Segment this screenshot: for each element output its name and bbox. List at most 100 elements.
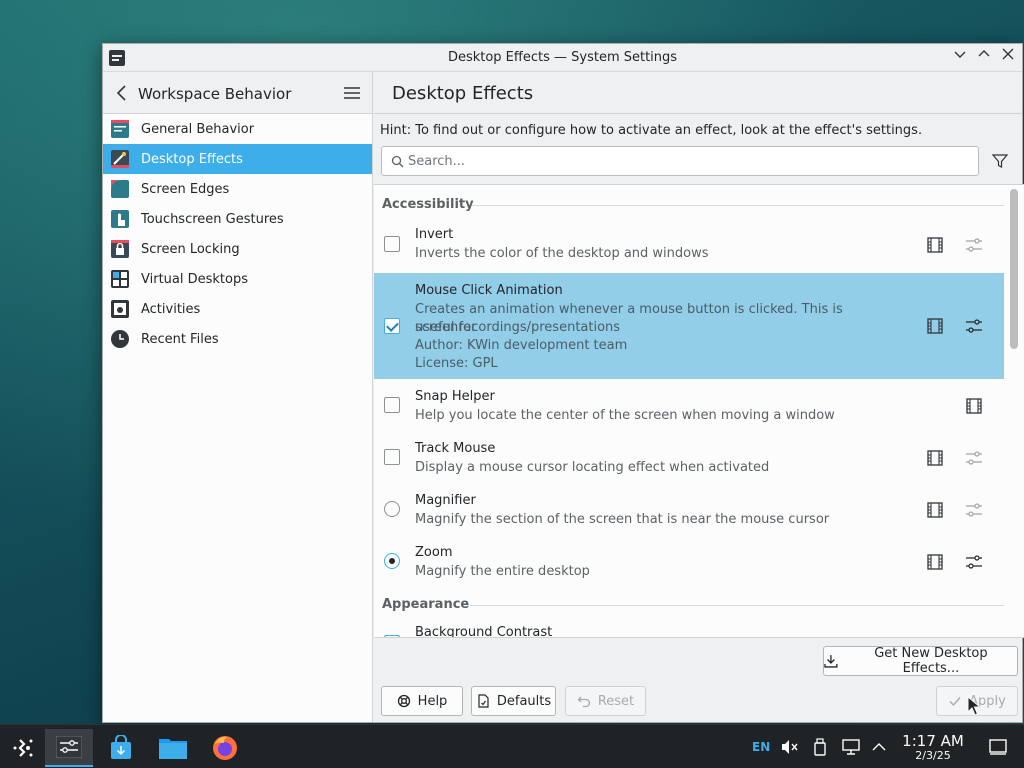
reset-button[interactable]: Reset [565,686,646,716]
sidebar-item-label: Activities [141,301,201,317]
window-titlebar[interactable]: Desktop Effects — System Settings [103,44,1022,72]
maximize-button[interactable] [976,48,992,66]
taskbar-system-settings[interactable] [45,729,93,767]
configure-sliders-icon[interactable] [965,554,983,570]
section-header-appearance: Appearance [382,597,470,612]
sidebar-item-screen-edges[interactable]: Screen Edges [103,174,372,204]
show-desktop-icon [989,739,1007,755]
discover-store-icon [111,735,131,759]
configure-sliders-icon[interactable] [965,237,983,253]
application-launcher-button[interactable] [0,729,48,767]
film-video-icon[interactable] [927,554,943,570]
sidebar-item-virtual-desktops[interactable]: Virtual Desktops [103,264,372,294]
taskbar-firefox[interactable] [201,729,249,767]
film-video-icon[interactable] [927,450,943,466]
film-video-icon[interactable] [927,502,943,518]
magnifier-radio[interactable] [384,501,400,517]
effect-author: Author: KWin development team [415,338,628,353]
clock-date[interactable]: 2/3/25 [900,749,966,762]
effect-license: License: GPL [415,356,498,371]
virtual-desktops-icon [111,270,129,288]
section-divider [470,605,1004,606]
sidebar-item-general-behavior[interactable]: General Behavior [103,114,372,144]
film-video-icon[interactable] [966,398,982,414]
close-icon [1002,48,1014,60]
snap-helper-checkbox[interactable] [384,397,400,413]
sidebar-item-touchscreen-gestures[interactable]: Touchscreen Gestures [103,204,372,234]
show-desktop-button[interactable] [989,725,1007,768]
back-arrow-icon[interactable] [115,85,129,101]
effect-name: Background Contrast [415,625,553,638]
sidebar-item-desktop-effects[interactable]: Desktop Effects [103,144,372,174]
invert-checkbox[interactable] [384,236,400,252]
effect-row-snap-helper[interactable]: Snap Helper Help you locate the center o… [374,379,1004,431]
system-settings-window: Desktop Effects — System Settings Worksp… [102,43,1024,723]
effect-description: screenrecordings/presentations [415,320,621,335]
taskbar-discover[interactable] [97,729,145,767]
effect-row-background-contrast[interactable]: Background Contrast [374,621,1004,638]
effect-description: Help you locate the center of the screen… [415,408,835,423]
sidebar-item-activities[interactable]: Activities [103,294,372,324]
sidebar-item-recent-files[interactable]: Recent Files [103,324,372,354]
sidebar-title: Workspace Behavior [138,85,292,103]
background-contrast-checkbox[interactable] [384,635,400,637]
effect-row-track-mouse[interactable]: Track Mouse Display a mouse cursor locat… [374,431,1004,483]
filter-icon[interactable] [992,153,1008,169]
keyboard-layout-indicator[interactable]: EN [752,725,770,768]
removable-devices-tray[interactable] [814,725,826,768]
taskbar-dolphin[interactable] [149,729,197,767]
effect-name: Track Mouse [415,441,496,456]
folder-icon [159,739,187,759]
sidebar-item-label: Touchscreen Gestures [141,211,284,227]
volume-tray[interactable] [781,725,799,768]
lock-icon [111,240,129,258]
track-mouse-checkbox[interactable] [384,449,400,465]
sidebar-item-screen-locking[interactable]: Screen Locking [103,234,372,264]
keyboard-layout-label: EN [752,740,771,754]
help-label: Help [417,693,448,709]
usb-drive-icon [814,738,826,756]
effect-name: Magnifier [415,493,476,508]
help-lifebuoy-icon [397,694,410,708]
configure-sliders-icon[interactable] [965,318,983,334]
show-hidden-icons-button[interactable] [872,725,886,768]
sidebar-list: General Behavior Desktop Effects Screen … [103,114,372,354]
sidebar-item-label: Screen Locking [141,241,240,257]
configure-sliders-icon[interactable] [965,450,983,466]
hamburger-menu-icon[interactable] [344,87,360,99]
hint-text: Hint: To find out or configure how to ac… [380,123,923,138]
general-behavior-icon [111,120,129,138]
clock-time[interactable]: 1:17 AM [900,732,966,750]
get-new-desktop-effects-label: Get New Desktop Effects... [874,646,988,676]
mouse-click-animation-checkbox[interactable] [384,318,400,334]
get-new-desktop-effects-button[interactable]: Get New Desktop Effects... [823,646,1018,676]
help-button[interactable]: Help [381,686,463,716]
configure-sliders-icon[interactable] [965,502,983,518]
screen-edges-icon [111,180,129,198]
document-defaults-icon [478,694,489,708]
search-field[interactable] [381,146,979,176]
zoom-radio[interactable] [384,553,400,569]
close-button[interactable] [1000,48,1016,66]
network-tray[interactable] [842,725,860,768]
minimize-button[interactable] [952,48,968,66]
system-settings-icon [56,736,82,758]
touchscreen-gestures-icon [111,210,129,228]
film-video-icon[interactable] [927,318,943,334]
chevron-down-icon [954,51,966,58]
sidebar-header: Workspace Behavior [103,72,372,114]
sidebar-item-label: General Behavior [141,121,255,137]
effect-row-mouse-click-animation[interactable]: Mouse Click Animation Creates an animati… [374,273,1004,379]
defaults-button[interactable]: Defaults [471,686,556,716]
effect-row-magnifier[interactable]: Magnifier Magnify the section of the scr… [374,483,1004,535]
network-wired-icon [842,739,860,755]
film-video-icon[interactable] [927,237,943,253]
window-title: Desktop Effects — System Settings [447,50,678,65]
sidebar-item-label: Screen Edges [141,181,230,197]
effects-list-scrollbar[interactable] [1010,189,1018,349]
search-input[interactable] [408,152,968,170]
effect-row-zoom[interactable]: Zoom Magnify the entire desktop [374,535,1004,587]
effects-list[interactable]: Accessibility Invert Inverts the color o… [374,184,1024,638]
firefox-icon [213,736,237,760]
effect-row-invert[interactable]: Invert Inverts the color of the desktop … [374,221,1004,273]
